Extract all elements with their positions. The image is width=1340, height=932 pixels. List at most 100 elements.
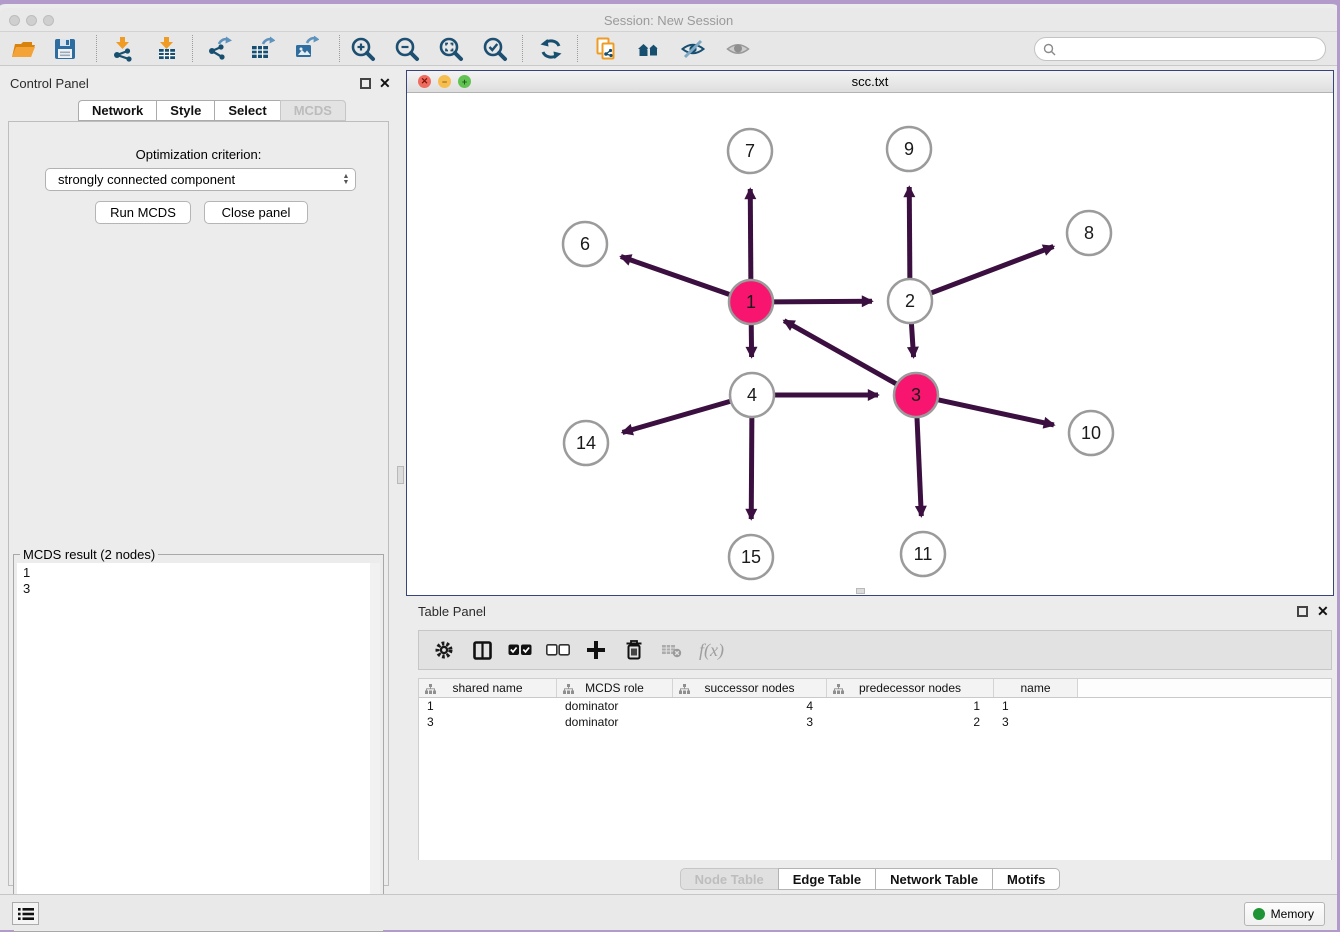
graph-edge-3-1[interactable] — [784, 321, 897, 385]
tab-select[interactable]: Select — [214, 100, 279, 121]
select-all-icon[interactable] — [507, 637, 533, 663]
horizontal-splitter-grip[interactable] — [856, 588, 865, 594]
mcds-result-title: MCDS result (2 nodes) — [20, 547, 158, 562]
first-neighbors-icon[interactable] — [635, 35, 663, 63]
table-cell[interactable]: dominator — [557, 714, 673, 730]
graph-node-label: 2 — [905, 291, 915, 311]
table-panel: Table Panel ✕ f(x) — [406, 596, 1334, 894]
main-toolbar — [0, 32, 1337, 66]
result-scrollbar[interactable] — [370, 563, 380, 928]
table-cell[interactable]: 2 — [827, 714, 994, 730]
tab-edge-table[interactable]: Edge Table — [778, 868, 875, 890]
export-image-icon[interactable] — [292, 35, 320, 63]
new-network-from-selection-icon[interactable] — [592, 35, 620, 63]
column-header-name[interactable]: name — [994, 679, 1078, 697]
criterion-dropdown[interactable]: strongly connected component ▲▼ — [45, 168, 356, 191]
network-canvas-svg[interactable]: 7968124314101511 — [407, 93, 1333, 595]
search-input[interactable] — [1064, 40, 1317, 58]
zoom-out-icon[interactable] — [393, 35, 421, 63]
run-mcds-button[interactable]: Run MCDS — [95, 201, 191, 224]
add-row-icon[interactable] — [583, 637, 609, 663]
graph-node-label: 3 — [911, 385, 921, 405]
graph-edge-1-7[interactable] — [750, 189, 751, 280]
vertical-splitter[interactable] — [396, 66, 406, 894]
table-row[interactable]: 3dominator323 — [419, 714, 1331, 730]
task-history-button[interactable] — [12, 902, 39, 925]
toolbar-separator — [96, 35, 97, 62]
float-panel-icon[interactable] — [360, 78, 371, 89]
status-bar: Memory — [0, 894, 1337, 930]
control-panel: Control Panel ✕ Network Style Select MCD… — [0, 66, 396, 894]
table-cell[interactable]: 3 — [419, 714, 557, 730]
network-view-window[interactable]: ✕ − + scc.txt 7968124314101511 — [406, 70, 1334, 596]
hide-selected-icon[interactable] — [679, 35, 707, 63]
zoom-fit-icon[interactable] — [437, 35, 465, 63]
column-header-successor-nodes[interactable]: successor nodes — [673, 679, 827, 697]
close-panel-icon[interactable]: ✕ — [379, 78, 391, 89]
graph-edge-1-6[interactable] — [621, 257, 730, 295]
table-cell[interactable]: 1 — [994, 698, 1078, 714]
table-cell[interactable]: 3 — [673, 714, 827, 730]
deselect-all-icon[interactable] — [545, 637, 571, 663]
table-row[interactable]: 1dominator411 — [419, 698, 1331, 714]
optimization-criterion-label: Optimization criterion: — [9, 147, 388, 162]
show-columns-icon[interactable] — [469, 637, 495, 663]
window-title: Session: New Session — [0, 13, 1337, 28]
zoom-selected-icon[interactable] — [481, 35, 509, 63]
import-network-icon[interactable] — [109, 35, 137, 63]
table-cell[interactable]: dominator — [557, 698, 673, 714]
table-cell[interactable]: 3 — [994, 714, 1078, 730]
control-panel-tabs: Network Style Select MCDS — [78, 100, 346, 121]
window-titlebar[interactable]: Session: New Session — [0, 8, 1337, 32]
column-settings-gear-icon[interactable] — [431, 637, 457, 663]
tab-network-table[interactable]: Network Table — [875, 868, 992, 890]
table-panel-tabs: Node Table Edge Table Network Table Moti… — [406, 868, 1334, 890]
criterion-value: strongly connected component — [46, 172, 337, 187]
column-header-shared-name[interactable]: shared name — [419, 679, 557, 697]
table-body: 1dominator4113dominator323 — [419, 698, 1331, 730]
graph-node-label: 4 — [747, 385, 757, 405]
search-field[interactable] — [1034, 37, 1326, 61]
save-session-icon[interactable] — [51, 35, 79, 63]
tab-node-table[interactable]: Node Table — [680, 868, 778, 890]
table-cell[interactable]: 1 — [419, 698, 557, 714]
table-cell[interactable]: 4 — [673, 698, 827, 714]
function-builder-icon[interactable]: f(x) — [699, 640, 724, 661]
toolbar-separator — [522, 35, 523, 62]
tab-style[interactable]: Style — [156, 100, 214, 121]
graph-edge-1-2[interactable] — [773, 301, 872, 302]
zoom-in-icon[interactable] — [349, 35, 377, 63]
graph-edge-4-15[interactable] — [751, 417, 752, 519]
splitter-grip[interactable] — [397, 466, 404, 484]
tab-mcds[interactable]: MCDS — [280, 100, 346, 121]
mcds-result-text[interactable]: 1 3 — [17, 563, 370, 928]
graph-edge-2-9[interactable] — [909, 187, 910, 279]
refresh-icon[interactable] — [537, 35, 565, 63]
column-header-MCDS-role[interactable]: MCDS role — [557, 679, 673, 697]
close-panel-button[interactable]: Close panel — [204, 201, 308, 224]
export-table-icon[interactable] — [248, 35, 276, 63]
export-network-icon[interactable] — [205, 35, 233, 63]
close-table-panel-icon[interactable]: ✕ — [1317, 606, 1329, 617]
table-cell[interactable]: 1 — [827, 698, 994, 714]
float-table-panel-icon[interactable] — [1297, 606, 1308, 617]
network-window-titlebar[interactable]: ✕ − + scc.txt — [407, 71, 1333, 93]
import-table-icon[interactable] — [153, 35, 181, 63]
show-all-icon[interactable] — [724, 35, 752, 63]
tab-network[interactable]: Network — [78, 100, 156, 121]
memory-button[interactable]: Memory — [1244, 902, 1325, 926]
table-header-row: shared nameMCDS rolesuccessor nodesprede… — [419, 679, 1331, 698]
open-session-icon[interactable] — [9, 35, 37, 63]
control-panel-title: Control Panel — [10, 76, 89, 91]
graph-edge-3-11[interactable] — [917, 417, 921, 516]
graph-edge-2-8[interactable] — [931, 246, 1054, 293]
tab-motifs[interactable]: Motifs — [992, 868, 1060, 890]
delete-row-icon[interactable] — [621, 637, 647, 663]
column-header-predecessor-nodes[interactable]: predecessor nodes — [827, 679, 994, 697]
graph-edge-2-3[interactable] — [911, 323, 913, 357]
delete-table-icon[interactable] — [659, 637, 685, 663]
graph-edge-4-14[interactable] — [623, 401, 731, 432]
graph-node-label: 1 — [746, 292, 756, 312]
graph-edge-3-10[interactable] — [937, 400, 1053, 425]
graph-node-label: 8 — [1084, 223, 1094, 243]
